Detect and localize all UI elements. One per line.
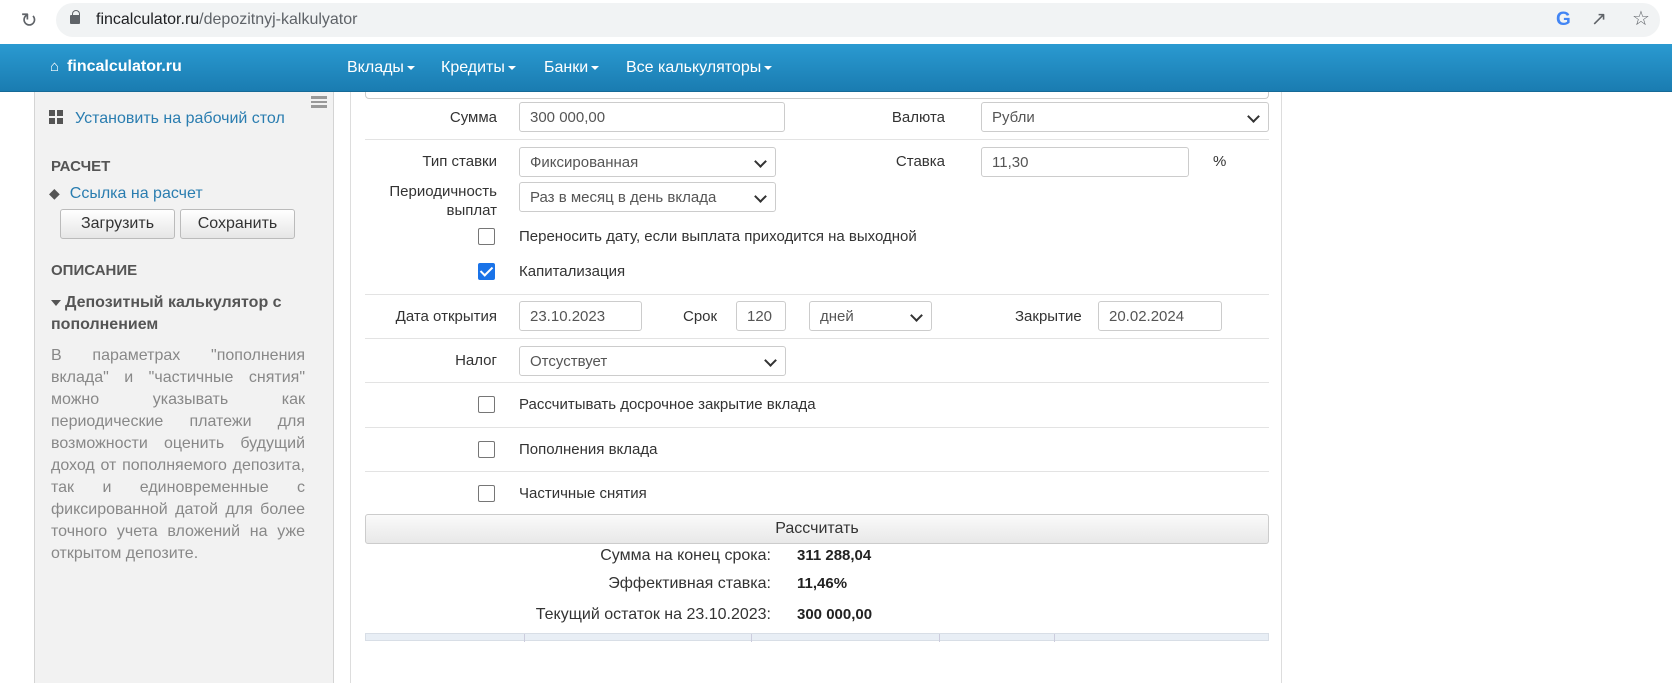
grid-icon — [49, 110, 63, 124]
browser-toolbar: ↻ fincalculator.ru/depozitnyj-kalkulyato… — [0, 0, 1672, 44]
rate-label: Ставка — [895, 153, 945, 170]
topups-label: Пополнения вклада — [519, 441, 658, 458]
effective-rate-value: 11,46% — [797, 575, 848, 592]
rate-type-label: Тип ставки — [422, 153, 497, 170]
term-label: Срок — [683, 308, 718, 325]
early-close-label: Рассчитывать досрочное закрытие вклада — [519, 396, 816, 413]
term-unit-select[interactable]: дней — [809, 301, 932, 331]
home-icon: ⌂ — [50, 58, 60, 75]
sum-label: Сумма — [449, 109, 497, 126]
period-select[interactable]: Раз в месяц в день вклада — [519, 182, 776, 212]
section-desc-heading: ОПИСАНИЕ — [51, 262, 138, 279]
nav-banks[interactable]: Банки — [544, 59, 600, 77]
table-col-divider — [939, 634, 940, 642]
install-link[interactable]: Установить на рабочий стол — [49, 110, 285, 128]
desc-text: В параметрах "пополнения вклада" и "част… — [51, 347, 305, 562]
table-col-divider — [1054, 634, 1055, 642]
collapse-triangle-icon — [51, 299, 61, 306]
term-input[interactable]: 120 — [736, 301, 786, 331]
rate-type-select[interactable]: Фиксированная — [519, 147, 776, 177]
period-label: Периодичность выплат — [389, 183, 497, 219]
caret-down-icon — [764, 65, 773, 70]
nav-banks-label: Банки — [544, 59, 589, 76]
currency-label: Валюта — [891, 109, 945, 126]
end-sum-label: Сумма на конец срока: — [600, 547, 771, 564]
lock-icon[interactable] — [70, 10, 80, 24]
divider — [365, 427, 1269, 428]
table-col-divider — [751, 634, 752, 642]
tag-icon: ◆ — [49, 185, 60, 201]
withdrawals-checkbox[interactable] — [478, 485, 495, 502]
brand-link[interactable]: ⌂ fincalculator.ru — [50, 58, 182, 76]
capitalization-label: Капитализация — [519, 263, 626, 280]
calc-link-label: Ссылка на расчет — [69, 185, 203, 202]
currency-select[interactable]: Рубли — [981, 102, 1269, 132]
rate-unit: % — [1213, 153, 1227, 170]
nav-credits-label: Кредиты — [441, 59, 505, 76]
nav-credits[interactable]: Кредиты — [441, 59, 516, 77]
site-navbar: ⌂ fincalculator.ru Вклады Кредиты Банки В… — [0, 44, 1672, 92]
effective-rate-label: Эффективная ставка: — [608, 575, 771, 592]
capitalization-checkbox[interactable] — [478, 263, 495, 280]
caret-down-icon — [591, 65, 600, 70]
calculate-button[interactable]: Рассчитать — [365, 514, 1269, 544]
close-date-input[interactable]: 20.02.2024 — [1098, 301, 1222, 331]
section-calc-heading: РАСЧЕТ — [51, 158, 111, 175]
star-icon[interactable]: ☆ — [1632, 6, 1650, 31]
calculator-panel: Сумма 300 000,00 Валюта Рубли Тип ставки… — [350, 92, 1282, 683]
menu-icon[interactable] — [311, 96, 327, 108]
early-close-checkbox[interactable] — [478, 396, 495, 413]
sum-input[interactable]: 300 000,00 — [519, 102, 785, 132]
results-table-header — [365, 633, 1269, 642]
share-icon[interactable]: ↗ — [1591, 8, 1607, 31]
caret-down-icon — [507, 65, 516, 70]
brand-label: fincalculator.ru — [67, 58, 182, 75]
panel-top-border — [365, 92, 1269, 99]
tax-select[interactable]: Отсуствует — [519, 346, 786, 376]
url-path: /depozitnyj-kalkulyator — [199, 11, 358, 28]
reload-icon[interactable]: ↻ — [16, 8, 42, 34]
current-balance-value: 300 000,00 — [797, 606, 873, 623]
table-col-divider — [524, 634, 525, 642]
url-host: fincalculator.ru — [96, 11, 200, 28]
divider — [365, 139, 1269, 140]
nav-all-calculators[interactable]: Все калькуляторы — [626, 59, 773, 77]
install-link-label: Установить на рабочий стол — [75, 110, 285, 127]
tax-label: Налог — [455, 352, 497, 369]
rate-input[interactable]: 11,30 — [981, 147, 1189, 177]
load-button[interactable]: Загрузить — [60, 209, 175, 239]
open-date-input[interactable]: 23.10.2023 — [519, 301, 642, 331]
nav-deposits-label: Вклады — [347, 59, 404, 76]
desc-title[interactable]: Депозитный калькулятор с пополнением — [51, 292, 321, 336]
url-text[interactable]: fincalculator.ru/depozitnyj-kalkulyator — [96, 11, 357, 29]
google-icon[interactable]: G — [1556, 9, 1571, 31]
nav-deposits[interactable]: Вклады — [347, 59, 415, 77]
divider — [365, 382, 1269, 383]
move-date-checkbox[interactable] — [478, 228, 495, 245]
address-bar[interactable]: fincalculator.ru/depozitnyj-kalkulyator … — [56, 3, 1660, 37]
divider — [365, 471, 1269, 472]
calc-link[interactable]: ◆ Ссылка на расчет — [49, 185, 203, 203]
withdrawals-label: Частичные снятия — [519, 485, 647, 502]
nav-all-calculators-label: Все калькуляторы — [626, 59, 762, 76]
save-button[interactable]: Сохранить — [180, 209, 295, 239]
caret-down-icon — [406, 65, 415, 70]
desc-title-label: Депозитный калькулятор с пополнением — [51, 294, 282, 333]
divider — [365, 294, 1269, 295]
divider — [365, 338, 1269, 339]
topups-checkbox[interactable] — [478, 441, 495, 458]
current-balance-label: Текущий остаток на 23.10.2023: — [535, 606, 771, 623]
end-sum-value: 311 288,04 — [797, 547, 872, 564]
sidebar: Установить на рабочий стол РАСЧЕТ ◆ Ссылк… — [34, 92, 334, 683]
open-date-label: Дата открытия — [395, 308, 497, 325]
move-date-label: Переносить дату, если выплата приходится… — [519, 228, 917, 245]
close-date-label: Закрытие — [1015, 308, 1082, 325]
